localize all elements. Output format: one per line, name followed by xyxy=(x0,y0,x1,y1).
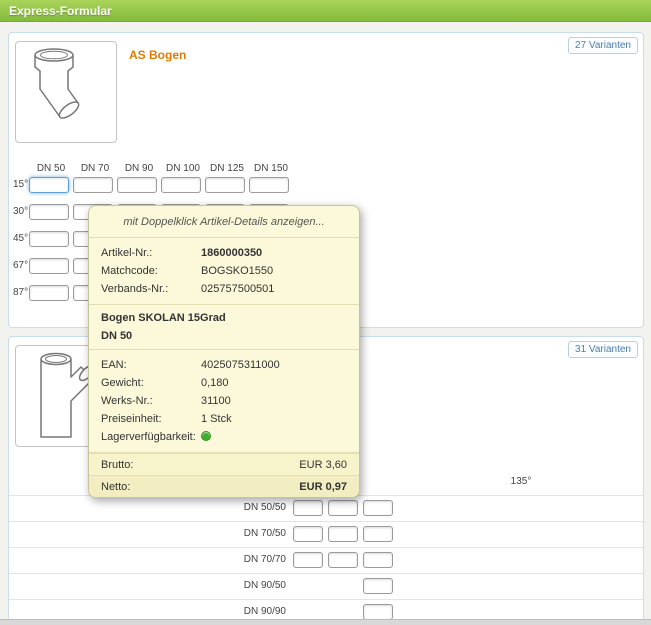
qty-input-dn-50-50-col3[interactable] xyxy=(363,500,393,516)
page-title: Express-Formular xyxy=(9,4,112,18)
tooltip-detail-label: Preiseinheit: xyxy=(101,413,162,425)
branch-row-label: DN 90/90 xyxy=(243,606,286,617)
grid1-column-header-dn-125: DN 125 xyxy=(210,163,244,174)
tooltip-field-label: Verbands-Nr.: xyxy=(101,283,169,295)
horizontal-scrollbar[interactable] xyxy=(0,619,651,625)
tooltip-field-row: Artikel-Nr.: 1860000350 xyxy=(89,244,359,262)
variants-badge-abzweig[interactable]: 31 Varianten xyxy=(568,341,638,358)
grid1-column-header-dn-150: DN 150 xyxy=(254,163,288,174)
grid1-column-header-dn-50: DN 50 xyxy=(36,163,66,174)
qty-input-15deg-dn-150[interactable] xyxy=(249,177,289,193)
tooltip-detail-row: Lagerverfügbarkeit: xyxy=(89,428,359,446)
tooltip-field-row: Matchcode: BOGSKO1550 xyxy=(89,262,359,280)
tooltip-detail-label: Gewicht: xyxy=(101,377,144,389)
qty-input-dn-90-90-col3[interactable] xyxy=(363,604,393,620)
availability-icon xyxy=(201,431,211,442)
branch-row-dn-90-50: DN 90/50 xyxy=(9,573,643,599)
tooltip-price-label: Netto: xyxy=(101,481,131,493)
grid1-row-label-45deg: 45° xyxy=(13,233,29,244)
qty-input-15deg-dn-100[interactable] xyxy=(161,177,201,193)
tooltip-field-label: Artikel-Nr.: xyxy=(101,247,153,259)
tooltip-product: Bogen SKOLAN 15Grad DN 50 xyxy=(89,305,359,350)
tooltip-hint: mit Doppelklick Artikel-Details anzeigen… xyxy=(89,206,359,238)
qty-input-dn-70-50-col3[interactable] xyxy=(363,526,393,542)
qty-input-15deg-dn-50[interactable] xyxy=(29,177,69,193)
tooltip-detail-label: EAN: xyxy=(101,359,127,371)
tooltip-detail-value xyxy=(201,428,211,446)
qty-input-30deg-dn-50[interactable] xyxy=(29,204,69,220)
article-tooltip: mit Doppelklick Artikel-Details anzeigen… xyxy=(88,205,360,498)
tooltip-price-netto: Netto: EUR 0,97 xyxy=(89,475,359,497)
tooltip-detail-value: 0,180 xyxy=(201,377,229,389)
grid1-column-header-dn-100: DN 100 xyxy=(166,163,200,174)
qty-input-dn-50-50-col2[interactable] xyxy=(328,500,358,516)
branch-row-label: DN 70/70 xyxy=(243,554,286,565)
tooltip-prices: Brutto: EUR 3,60 Netto: EUR 0,97 xyxy=(89,453,359,497)
qty-input-dn-70-50-col2[interactable] xyxy=(328,526,358,542)
grid1-row-label-30deg: 30° xyxy=(13,206,29,217)
qty-input-dn-50-50-col1[interactable] xyxy=(293,500,323,516)
branch-row-label: DN 90/50 xyxy=(243,580,286,591)
qty-input-dn-70-70-col1[interactable] xyxy=(293,552,323,568)
tooltip-field-value: BOGSKO1550 xyxy=(201,265,274,277)
tooltip-field-row: Verbands-Nr.: 025757500501 xyxy=(89,280,359,298)
grid1-row-label-87deg: 87° xyxy=(13,287,29,298)
tooltip-detail-value: 4025075311000 xyxy=(201,359,280,371)
tooltip-product-title: Bogen SKOLAN 15Grad xyxy=(101,312,226,324)
tooltip-detail-value: 31100 xyxy=(201,395,231,407)
branch-row-label: DN 50/50 xyxy=(243,502,286,513)
tooltip-details: EAN: 4025075311000 Gewicht: 0,180 Werks-Nr.:… xyxy=(89,350,359,453)
grid1-row-label-67deg: 67° xyxy=(13,260,29,271)
qty-input-dn-70-70-col3[interactable] xyxy=(363,552,393,568)
tooltip-detail-row: Werks-Nr.: 31100 xyxy=(89,392,359,410)
qty-input-dn-70-70-col2[interactable] xyxy=(328,552,358,568)
tooltip-price-brutto: Brutto: EUR 3,60 xyxy=(89,453,359,475)
tooltip-detail-row: Preiseinheit: 1 Stck xyxy=(89,410,359,428)
grid1-column-header-dn-70: DN 70 xyxy=(80,163,110,174)
tooltip-price-label: Brutto: xyxy=(101,459,134,471)
tooltip-price-value: EUR 3,60 xyxy=(299,459,347,471)
qty-input-15deg-dn-125[interactable] xyxy=(205,177,245,193)
tooltip-field-label: Matchcode: xyxy=(101,265,158,277)
page-header: Express-Formular xyxy=(0,0,651,22)
qty-input-67deg-dn-50[interactable] xyxy=(29,258,69,274)
tooltip-field-value: 025757500501 xyxy=(201,283,275,295)
tooltip-detail-row: EAN: 4025075311000 xyxy=(89,356,359,374)
branch-row-dn-50-50: DN 50/50 xyxy=(9,495,643,521)
qty-input-dn-70-50-col1[interactable] xyxy=(293,526,323,542)
tooltip-price-value: EUR 0,97 xyxy=(299,481,347,493)
qty-input-dn-90-50-col3[interactable] xyxy=(363,578,393,594)
tooltip-product-dn: DN 50 xyxy=(101,330,133,342)
qty-input-87deg-dn-50[interactable] xyxy=(29,285,69,301)
tooltip-detail-row: Gewicht: 0,180 xyxy=(89,374,359,392)
tooltip-field-value: 1860000350 xyxy=(201,247,263,259)
tooltip-detail-value: 1 Stck xyxy=(201,413,232,425)
branch-row-label: DN 70/50 xyxy=(243,528,286,539)
branch-row-dn-70-50: DN 70/50 xyxy=(9,521,643,547)
qty-input-45deg-dn-50[interactable] xyxy=(29,231,69,247)
grid1-column-header-dn-90: DN 90 xyxy=(124,163,154,174)
express-form-page: Express-Formular 27 Varianten AS Bogen D… xyxy=(0,0,651,625)
variants-badge-bogen[interactable]: 27 Varianten xyxy=(568,37,638,54)
qty-input-15deg-dn-70[interactable] xyxy=(73,177,113,193)
tooltip-fields: Artikel-Nr.: 1860000350 Matchcode: BOGSKO15… xyxy=(89,238,359,305)
tooltip-detail-label: Werks-Nr.: xyxy=(101,395,153,407)
grid1-row-label-15deg: 15° xyxy=(13,179,29,190)
tooltip-detail-label: Lagerverfügbarkeit: xyxy=(101,431,196,443)
branch-row-dn-70-70: DN 70/70 xyxy=(9,547,643,573)
qty-input-15deg-dn-90[interactable] xyxy=(117,177,157,193)
